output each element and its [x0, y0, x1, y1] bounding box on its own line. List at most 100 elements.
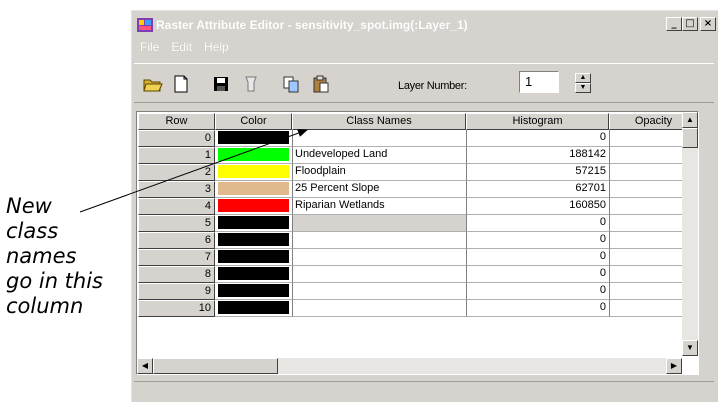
color-cell[interactable]	[215, 249, 292, 266]
horizontal-scrollbar[interactable]: ◀ ▶	[137, 358, 682, 374]
open-folder-icon[interactable]	[142, 73, 164, 95]
row-number-cell[interactable]: 0	[138, 130, 215, 147]
row-number-cell[interactable]: 1	[138, 147, 215, 164]
color-swatch	[218, 131, 289, 144]
row-number-cell[interactable]: 8	[138, 266, 215, 283]
color-swatch	[218, 216, 289, 229]
table-row[interactable]: 1 Undeveloped Land 188142	[138, 147, 698, 164]
histogram-cell[interactable]: 0	[466, 266, 609, 283]
histogram-cell[interactable]: 57215	[466, 164, 609, 181]
scroll-right-icon[interactable]: ▶	[666, 358, 682, 374]
row-number-cell[interactable]: 4	[138, 198, 215, 215]
spin-up-icon[interactable]: ▲	[575, 73, 591, 83]
histogram-cell[interactable]: 0	[466, 215, 609, 232]
column-properties-icon[interactable]	[240, 73, 262, 95]
class-name-cell[interactable]	[292, 249, 466, 266]
status-bar	[134, 381, 714, 400]
histogram-cell[interactable]: 62701	[466, 181, 609, 198]
class-name-cell[interactable]: Riparian Wetlands	[292, 198, 466, 215]
table-row[interactable]: 10 0	[138, 300, 698, 317]
class-name-cell[interactable]: Floodplain	[292, 164, 466, 181]
attribute-table: Row Color Class Names Histogram Opacity …	[136, 111, 699, 375]
paste-icon[interactable]	[310, 73, 332, 95]
layer-number-spinner[interactable]: ▲ ▼	[575, 73, 591, 93]
row-number-cell[interactable]: 2	[138, 164, 215, 181]
vertical-scroll-thumb[interactable]	[682, 128, 698, 148]
row-number-cell[interactable]: 9	[138, 283, 215, 300]
color-cell[interactable]	[215, 215, 292, 232]
menu-edit[interactable]: Edit	[171, 40, 192, 58]
callout-line: class	[6, 219, 59, 243]
menu-help[interactable]: Help	[204, 40, 229, 58]
minimize-button[interactable]: _	[666, 17, 682, 31]
class-name-cell[interactable]	[292, 215, 466, 232]
color-swatch	[218, 250, 289, 263]
table-row[interactable]: 90	[138, 283, 698, 300]
callout-text: New class names go in this column	[6, 194, 130, 319]
scroll-left-icon[interactable]: ◀	[137, 358, 153, 374]
spin-down-icon[interactable]: ▼	[575, 83, 591, 93]
color-cell[interactable]	[215, 266, 292, 283]
table-row[interactable]: 80	[138, 266, 698, 283]
row-number-cell[interactable]: 5	[138, 215, 215, 232]
histogram-cell[interactable]: 0	[466, 232, 609, 249]
table-row[interactable]: 00	[138, 130, 698, 147]
histogram-cell[interactable]: 0	[466, 130, 609, 147]
table-row[interactable]: 60	[138, 232, 698, 249]
vertical-scrollbar[interactable]: ▲ ▼	[682, 112, 698, 356]
color-cell[interactable]	[215, 300, 292, 317]
color-swatch	[218, 267, 289, 280]
header-row[interactable]: Row	[138, 113, 215, 130]
color-swatch	[218, 148, 289, 161]
color-cell[interactable]	[215, 147, 292, 164]
row-number-cell[interactable]: 7	[138, 249, 215, 266]
color-cell[interactable]	[215, 164, 292, 181]
layer-number-input[interactable]: 1	[519, 71, 559, 93]
callout-line: go in this	[6, 269, 103, 293]
horizontal-scroll-thumb[interactable]	[153, 358, 278, 374]
layer-number-label: Layer Number:	[398, 80, 467, 92]
row-number-cell[interactable]: 10	[138, 300, 215, 317]
scroll-down-icon[interactable]: ▼	[682, 340, 698, 356]
color-cell[interactable]	[215, 232, 292, 249]
header-color[interactable]: Color	[215, 113, 292, 130]
save-disk-icon[interactable]	[210, 73, 232, 95]
class-name-cell[interactable]	[292, 130, 466, 147]
class-name-cell[interactable]	[292, 266, 466, 283]
header-class-names[interactable]: Class Names	[292, 113, 466, 130]
row-number-cell[interactable]: 3	[138, 181, 215, 198]
copy-icon[interactable]	[280, 73, 302, 95]
color-cell[interactable]	[215, 198, 292, 215]
color-cell[interactable]	[215, 181, 292, 198]
maximize-button[interactable]: □	[682, 17, 698, 31]
class-name-cell[interactable]	[292, 232, 466, 249]
color-swatch	[218, 199, 289, 212]
title-bar[interactable]: Raster Attribute Editor - sensitivity_sp…	[135, 14, 718, 36]
header-histogram[interactable]: Histogram	[466, 113, 609, 130]
table-row[interactable]: 2 Floodplain 57215	[138, 164, 698, 181]
class-name-cell[interactable]	[292, 300, 466, 317]
histogram-cell[interactable]: 0	[466, 300, 609, 317]
close-button[interactable]: ×	[700, 17, 716, 31]
new-document-icon[interactable]	[170, 73, 192, 95]
color-cell[interactable]	[215, 130, 292, 147]
class-name-cell[interactable]: Undeveloped Land	[292, 147, 466, 164]
class-name-cell[interactable]	[292, 283, 466, 300]
table-row[interactable]: 50	[138, 215, 698, 232]
histogram-cell[interactable]: 0	[466, 249, 609, 266]
histogram-cell[interactable]: 160850	[466, 198, 609, 215]
menu-bar: File Edit Help	[140, 40, 229, 58]
table-row[interactable]: 3 25 Percent Slope 62701	[138, 181, 698, 198]
table-row[interactable]: 70	[138, 249, 698, 266]
callout-line: New	[6, 194, 52, 218]
scroll-up-icon[interactable]: ▲	[682, 112, 698, 128]
histogram-cell[interactable]: 188142	[466, 147, 609, 164]
table-row[interactable]: 4 Riparian Wetlands 160850	[138, 198, 698, 215]
color-swatch	[218, 301, 289, 314]
class-name-cell[interactable]: 25 Percent Slope	[292, 181, 466, 198]
color-cell[interactable]	[215, 283, 292, 300]
color-swatch	[218, 182, 289, 195]
histogram-cell[interactable]: 0	[466, 283, 609, 300]
row-number-cell[interactable]: 6	[138, 232, 215, 249]
menu-file[interactable]: File	[140, 40, 159, 58]
